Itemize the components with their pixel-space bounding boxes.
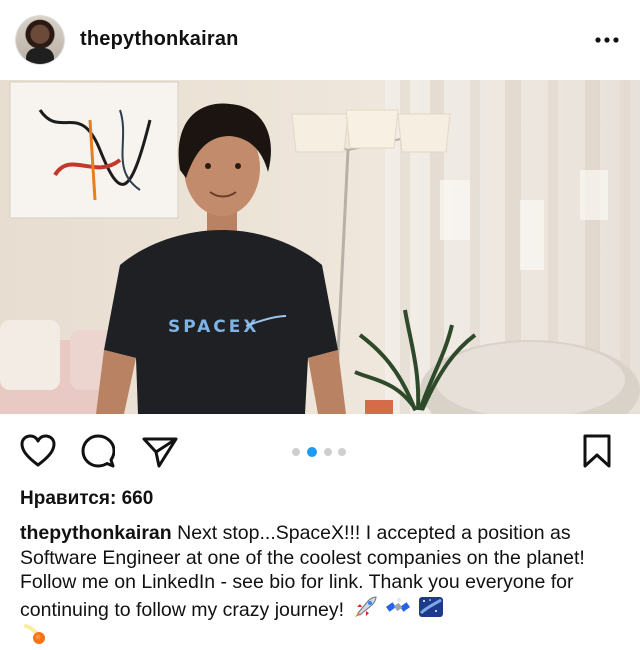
bookmark-icon[interactable] (583, 434, 611, 468)
carousel-dot (324, 448, 332, 456)
heart-icon[interactable] (20, 434, 56, 468)
post-photo[interactable]: SPACEX (0, 80, 640, 414)
photo-illustration: SPACEX (0, 80, 640, 414)
shirt-logo-text: SPACEX (168, 317, 260, 337)
username[interactable]: thepythonkairan (80, 28, 239, 51)
caption-username[interactable]: thepythonkairan (20, 522, 172, 544)
likes-count[interactable]: Нравится: 660 (20, 488, 153, 510)
carousel-dot-active (307, 447, 317, 457)
post-caption: thepythonkairan Next stop...SpaceX!!! I … (20, 521, 624, 650)
post-header: thepythonkairan (0, 0, 640, 80)
comment-bubble-icon[interactable] (81, 434, 115, 468)
comet-icon (24, 624, 45, 644)
paper-plane-icon[interactable] (142, 435, 178, 469)
more-options-icon[interactable] (594, 30, 620, 50)
avatar[interactable] (16, 16, 64, 64)
milky-way-icon (419, 596, 444, 617)
carousel-indicator (290, 446, 350, 458)
carousel-dot (338, 448, 346, 456)
satellite-icon (385, 597, 410, 612)
rocket-icon (354, 595, 377, 617)
carousel-dot (292, 448, 300, 456)
